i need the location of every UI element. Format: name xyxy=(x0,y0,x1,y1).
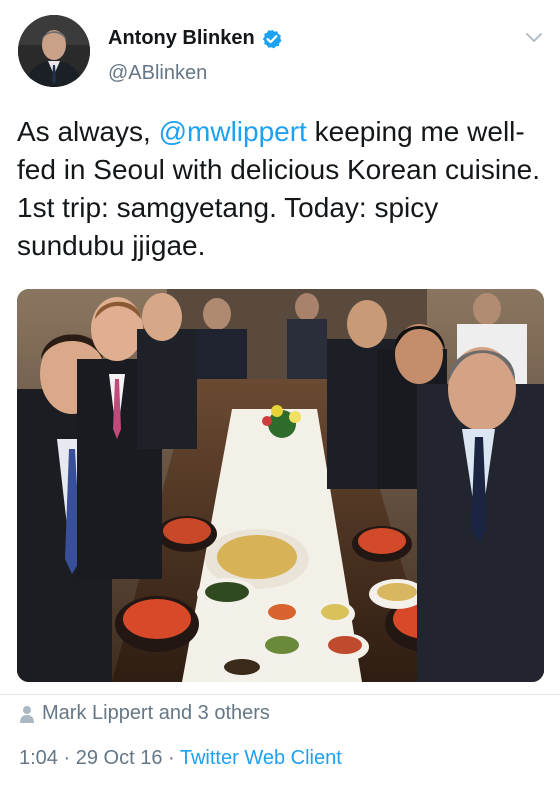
tweet-photo[interactable] xyxy=(17,289,544,682)
tweet-card: Antony Blinken @ABlinken As always, @mwl… xyxy=(0,0,560,790)
avatar-photo xyxy=(18,15,90,87)
liked-by-text[interactable]: Mark Lippert and 3 others xyxy=(42,702,270,725)
tweet-time[interactable]: 1:04 xyxy=(19,747,58,769)
mention-link[interactable]: @mwlippert xyxy=(159,116,307,147)
meta-separator: · xyxy=(57,747,76,769)
liked-by-row[interactable]: Mark Lippert and 3 others xyxy=(19,702,270,725)
tweet-meta: 1:04 · 29 Oct 16 · Twitter Web Client xyxy=(19,747,342,770)
tweet-date[interactable]: 29 Oct 16 xyxy=(76,747,163,769)
user-handle[interactable]: @ABlinken xyxy=(108,62,207,85)
divider xyxy=(0,694,560,695)
tweet-client[interactable]: Twitter Web Client xyxy=(180,747,342,769)
verified-badge-icon xyxy=(262,29,282,48)
user-name-row: Antony Blinken xyxy=(108,27,282,50)
avatar[interactable] xyxy=(18,15,90,87)
chevron-down-icon[interactable] xyxy=(524,30,544,46)
tweet-text-prefix: As always, xyxy=(17,116,159,147)
meta-separator: · xyxy=(162,747,180,769)
display-name[interactable]: Antony Blinken xyxy=(108,27,255,50)
tweet-text: As always, @mwlippert keeping me well-fe… xyxy=(17,113,547,265)
person-icon xyxy=(20,705,34,723)
dining-photo-illustration xyxy=(17,289,544,682)
